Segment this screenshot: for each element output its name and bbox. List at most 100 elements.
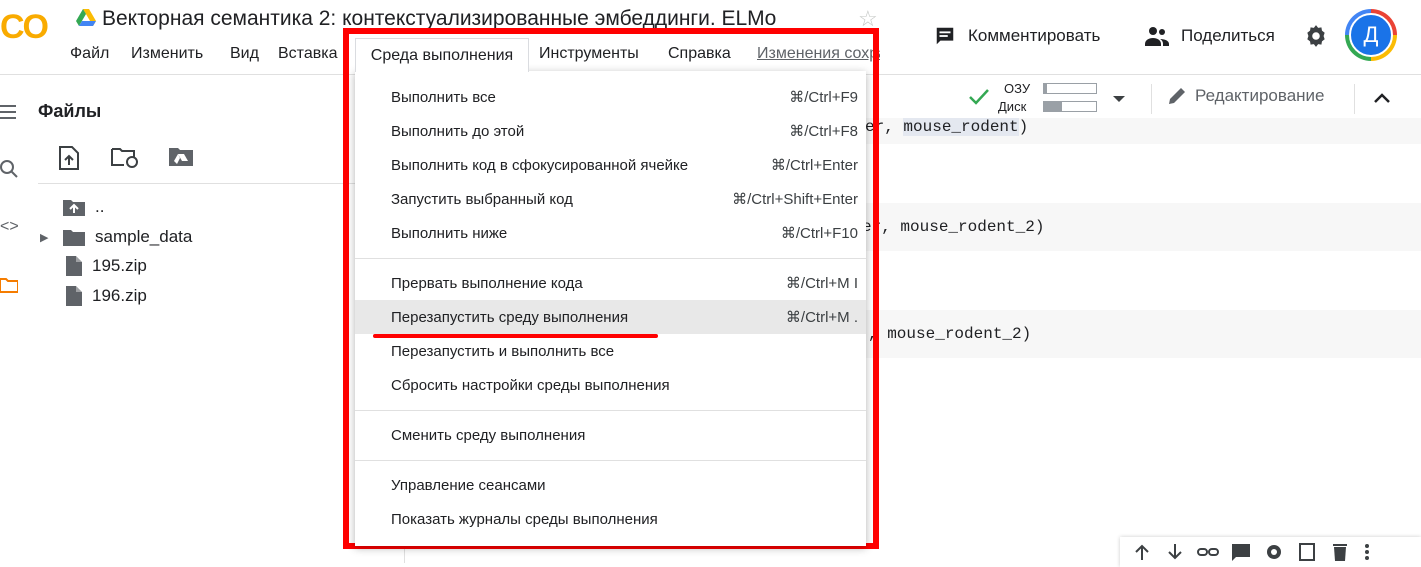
menu-item-run-all[interactable]: Выполнить все ⌘/Ctrl+F9 — [355, 80, 866, 114]
menu-item-shortcut: ⌘/Ctrl+F8 — [789, 123, 858, 140]
ram-label: ОЗУ — [1004, 81, 1031, 96]
files-toolbar-divider — [38, 183, 366, 184]
code-highlight: mouse_rodent — [903, 118, 1019, 136]
menu-item-run-after[interactable]: Выполнить ниже ⌘/Ctrl+F10 — [355, 216, 866, 250]
code-text: ) — [1018, 118, 1029, 136]
menu-item-run-selection[interactable]: Запустить выбранный код ⌘/Ctrl+Shift+Ente… — [355, 182, 866, 216]
disk-meter[interactable] — [1043, 101, 1097, 112]
more-options-icon[interactable] — [1361, 542, 1373, 562]
code-snippets-icon[interactable]: <> — [0, 218, 19, 236]
ram-meter-fill — [1044, 84, 1047, 93]
menu-file[interactable]: Файл — [70, 45, 109, 63]
menu-item-label: Выполнить до этой — [391, 122, 525, 140]
move-up-icon[interactable] — [1130, 542, 1154, 562]
menu-item-interrupt[interactable]: Прервать выполнение кода ⌘/Ctrl+M I — [355, 266, 866, 300]
menu-separator — [355, 460, 866, 461]
file-icon — [66, 286, 82, 306]
comment-label: Комментировать — [968, 26, 1101, 45]
menu-item-label: Запустить выбранный код — [391, 190, 573, 208]
menu-item-factory-reset[interactable]: Сбросить настройки среды выполнения — [355, 368, 866, 402]
tree-item-sample-data[interactable]: ▶ sample_data — [40, 227, 192, 247]
runtime-dropdown-menu: Выполнить все ⌘/Ctrl+F9 Выполнить до этой… — [355, 71, 866, 546]
menu-runtime[interactable]: Среда выполнения — [355, 38, 529, 72]
delete-icon[interactable] — [1328, 542, 1352, 562]
menu-insert[interactable]: Вставка — [278, 45, 337, 63]
mount-drive-icon[interactable] — [168, 146, 194, 168]
search-icon[interactable] — [0, 160, 20, 180]
menu-edit[interactable]: Изменить — [131, 45, 203, 63]
comment-cell-icon[interactable] — [1229, 542, 1253, 562]
menu-item-run-focused[interactable]: Выполнить код в сфокусированной ячейке ⌘/… — [355, 148, 866, 182]
chevron-up-icon[interactable] — [1372, 88, 1392, 108]
menu-item-shortcut: ⌘/Ctrl+M . — [785, 309, 858, 326]
code-cell[interactable]: er, mouse_rodent) — [840, 118, 1421, 144]
menu-item-label: Сбросить настройки среды выполнения — [391, 376, 670, 394]
menu-item-shortcut: ⌘/Ctrl+F10 — [780, 225, 858, 242]
mirror-cell-icon[interactable] — [1295, 542, 1319, 562]
menu-item-label: Выполнить все — [391, 88, 496, 106]
refresh-folder-icon[interactable] — [111, 146, 139, 168]
folder-up-icon — [63, 200, 85, 216]
code-cell[interactable]: er, mouse_rodent_2) — [840, 203, 1421, 251]
menu-item-shortcut: ⌘/Ctrl+Shift+Enter — [732, 191, 858, 208]
toolbar-divider — [1354, 84, 1355, 114]
tree-item-label: 195.zip — [92, 256, 147, 275]
menu-item-label: Выполнить код в сфокусированной ячейке — [391, 156, 689, 174]
menu-item-shortcut: ⌘/Ctrl+F9 — [789, 89, 858, 106]
editing-mode-label: Редактирование — [1195, 86, 1325, 105]
cell-settings-icon[interactable] — [1262, 542, 1286, 562]
toolbar-divider — [1151, 84, 1152, 114]
menu-item-change-runtime[interactable]: Сменить среду выполнения — [355, 418, 866, 452]
menu-item-label: Выполнить ниже — [391, 224, 508, 242]
settings-gear-icon[interactable] — [1303, 23, 1329, 49]
people-icon — [1145, 27, 1169, 46]
menu-item-manage-sessions[interactable]: Управление сеансами — [355, 468, 866, 502]
tree-item-label: .. — [95, 197, 105, 216]
menu-item-shortcut: ⌘/Ctrl+M I — [785, 275, 858, 292]
menu-item-label: Показать журналы среды выполнения — [391, 510, 658, 528]
folder-icon — [63, 230, 85, 246]
files-folder-icon[interactable] — [0, 276, 18, 294]
editing-mode-button[interactable]: Редактирование — [1167, 86, 1325, 106]
disk-label: Диск — [998, 99, 1027, 114]
annotation-underline — [373, 334, 658, 338]
tree-item-196-zip[interactable]: 196.zip — [66, 286, 147, 306]
upload-file-icon[interactable] — [58, 146, 80, 170]
tree-item-parent[interactable]: .. — [63, 197, 104, 217]
pencil-icon — [1169, 88, 1185, 104]
menu-separator — [355, 258, 866, 259]
tree-item-195-zip[interactable]: 195.zip — [66, 256, 147, 276]
resources-dropdown-icon[interactable] — [1112, 94, 1126, 104]
tree-item-label: sample_data — [95, 227, 193, 246]
menu-item-view-logs[interactable]: Показать журналы среды выполнения — [355, 502, 866, 536]
file-icon — [66, 256, 82, 276]
menu-view[interactable]: Вид — [230, 45, 259, 63]
table-of-contents-icon[interactable] — [0, 103, 18, 121]
disk-meter-fill — [1044, 102, 1063, 111]
comment-button[interactable]: Комментировать — [934, 24, 1100, 48]
move-down-icon[interactable] — [1163, 542, 1187, 562]
menu-item-restart-runtime[interactable]: Перезапустить среду выполнения ⌘/Ctrl+M . — [355, 300, 866, 334]
colab-logo[interactable]: CO — [0, 8, 49, 47]
share-button[interactable]: Поделиться — [1145, 24, 1275, 48]
connected-check-icon — [969, 89, 989, 105]
menu-item-label: Перезапустить и выполнить все — [391, 342, 615, 360]
menu-item-label: Сменить среду выполнения — [391, 426, 586, 444]
code-cell[interactable]: , mouse_rodent_2) — [840, 310, 1421, 358]
menu-item-shortcut: ⌘/Ctrl+Enter — [770, 157, 858, 174]
menu-separator — [355, 410, 866, 411]
menu-item-label: Управление сеансами — [391, 476, 546, 494]
ram-meter[interactable] — [1043, 83, 1097, 94]
avatar[interactable]: Д — [1349, 13, 1393, 57]
comment-icon — [936, 27, 954, 45]
menu-item-label: Перезапустить среду выполнения — [391, 308, 629, 326]
google-drive-icon — [76, 9, 96, 26]
menu-item-label: Прервать выполнение кода — [391, 274, 583, 292]
expand-arrow-icon[interactable]: ▶ — [40, 231, 53, 244]
share-label: Поделиться — [1181, 26, 1275, 45]
tree-item-label: 196.zip — [92, 286, 147, 305]
link-icon[interactable] — [1196, 542, 1220, 562]
files-panel-title: Файлы — [38, 101, 102, 121]
menu-item-run-before[interactable]: Выполнить до этой ⌘/Ctrl+F8 — [355, 114, 866, 148]
menu-item-restart-run-all[interactable]: Перезапустить и выполнить все — [355, 334, 866, 368]
